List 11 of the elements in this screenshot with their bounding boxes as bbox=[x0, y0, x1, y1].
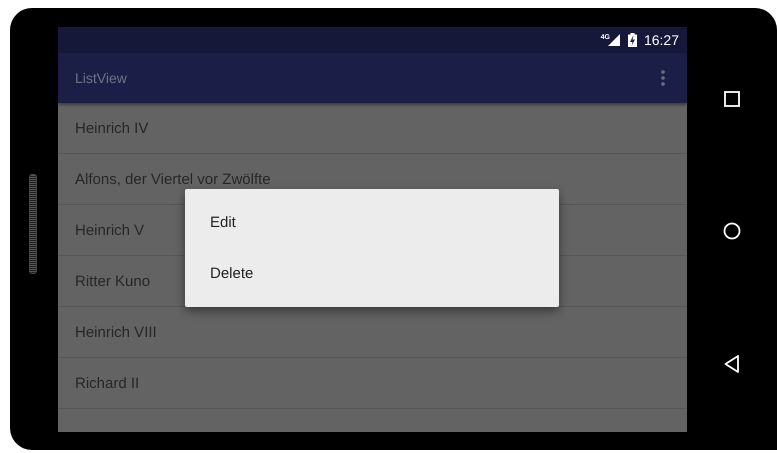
signal-icon bbox=[608, 34, 620, 46]
battery-charging-icon bbox=[628, 33, 637, 47]
clock-time: 16:27 bbox=[644, 32, 679, 48]
list-item[interactable]: Richard II bbox=[58, 358, 687, 409]
menu-item[interactable]: Delete bbox=[185, 248, 559, 299]
recent-apps-icon[interactable] bbox=[724, 91, 740, 107]
list-item[interactable]: Heinrich IV bbox=[58, 103, 687, 154]
overflow-menu-icon[interactable] bbox=[661, 70, 665, 86]
back-icon[interactable] bbox=[724, 355, 740, 373]
toolbar-title: ListView bbox=[75, 70, 127, 86]
home-icon[interactable] bbox=[723, 222, 741, 240]
